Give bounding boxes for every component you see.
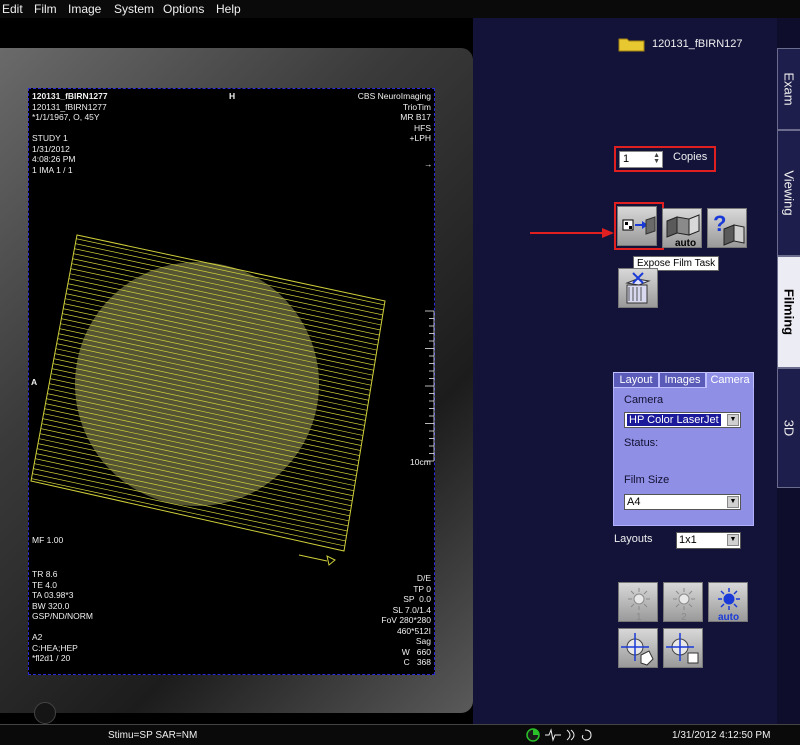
menu-system[interactable]: System [114,2,154,16]
copies-spinner[interactable]: 1 ▲ ▼ [619,151,663,168]
film-cancel-icon [625,272,651,304]
datetime-text: 1/31/2012 4:12:50 PM [672,730,771,741]
system-status-icons [526,728,592,742]
tab-camera[interactable]: Camera [706,372,754,388]
status-bar: Stimu=SP SAR=NM 1/31/2012 4:12:50 PM [0,724,800,745]
overlay-bottom-left: TR 8.6 TE 4.0 TA 03.98*3 BW 320.0 GSP/ND… [32,569,93,663]
tab-3d[interactable]: 3D [777,368,800,488]
orientation-left-marker: A [31,377,38,387]
film-help-button[interactable]: ? [707,208,747,248]
window-preset-2-button[interactable]: 2 [663,582,703,623]
chevron-down-icon[interactable]: ▼ [727,496,739,508]
film-size-select[interactable]: A4 ▼ [624,494,741,510]
patient-folder-label[interactable]: 120131_fBIRN127 [652,38,743,50]
tab-filming[interactable]: Filming [777,256,800,368]
expose-film-icon [622,216,656,235]
move-region-icon [666,633,699,664]
status-label: Status: [624,437,659,449]
slice-line [31,494,385,551]
windowing-area-button[interactable] [663,628,703,668]
orientation-top-marker: H [229,91,236,101]
question-film-icon: ? [713,211,745,246]
menu-options[interactable]: Options [163,2,204,16]
camera-select[interactable]: HP Color LaserJet ▼ [624,412,741,428]
folder-icon [618,38,645,52]
magnification-text: MF 1.00 [32,535,64,545]
svg-text:1: 1 [636,612,642,623]
film-size-value: A4 [627,496,641,508]
copies-value: 1 [623,153,630,165]
tab-exam[interactable]: Exam [777,48,800,130]
menu-bar: Edit Film Image System Options Help [0,0,800,18]
phase-arrow-line [298,554,328,562]
tab-images[interactable]: Images [659,372,706,388]
auto-label: auto [675,238,696,249]
auto-film-icon: auto [666,214,700,249]
sun-icon: 2 [673,588,695,623]
viewer-knob [34,702,56,724]
overlay-top-left: 120131_fBIRN1277 120131_fBIRN1277 *1/1/1… [32,91,108,175]
tab-layout[interactable]: Layout [613,372,659,388]
window-auto-button[interactable]: auto [708,582,748,623]
chevron-down-icon[interactable]: ▼ [727,534,739,546]
menu-image[interactable]: Image [68,2,101,16]
layouts-label: Layouts [614,533,653,545]
chevron-down-icon[interactable]: ▼ [727,414,739,426]
expose-film-task-button[interactable] [617,206,657,246]
image-segment[interactable]: 120131_fBIRN1277 120131_fBIRN1277 *1/1/1… [28,88,435,675]
camera-value: HP Color LaserJet [627,414,721,426]
windowing-tool-button[interactable] [618,628,658,668]
svg-text:2: 2 [681,612,687,623]
menu-help[interactable]: Help [216,2,241,16]
copies-label: Copies [673,151,708,163]
phase-arrow-head [326,555,336,566]
window-preset-1-button[interactable]: 1 [618,582,658,623]
layouts-value: 1x1 [679,534,697,546]
auto-expose-button[interactable]: auto [662,208,702,249]
sun-auto-icon: auto [718,588,740,623]
panel-tabs: Layout Images Camera [613,372,754,388]
camera-label: Camera [624,394,664,406]
scale-ruler [425,310,435,462]
tab-viewing[interactable]: Viewing [777,130,800,256]
menu-edit[interactable]: Edit [2,2,23,16]
svg-text:auto: auto [718,612,739,623]
status-text: Stimu=SP SAR=NM [108,730,198,741]
layouts-select[interactable]: 1x1 ▼ [676,532,741,549]
overlay-arrow-icon: → [424,159,433,169]
film-size-label: Film Size [624,474,670,486]
menu-film[interactable]: Film [34,2,57,16]
move-hand-icon [621,633,654,666]
delete-film-task-button[interactable] [618,268,658,308]
overlay-bottom-right: D/E TP 0 SP 0.0 SL 7.0/1.4 FoV 280*280 4… [381,573,431,667]
sun-icon: 1 [628,588,650,623]
overlay-top-right: CBS NeuroImaging TrioTim MR B17 HFS +LPH [357,91,431,143]
annotation-arrow [530,228,614,238]
spinner-arrows-icon[interactable]: ▲ ▼ [653,152,660,165]
scale-label: 10cm [410,457,431,467]
